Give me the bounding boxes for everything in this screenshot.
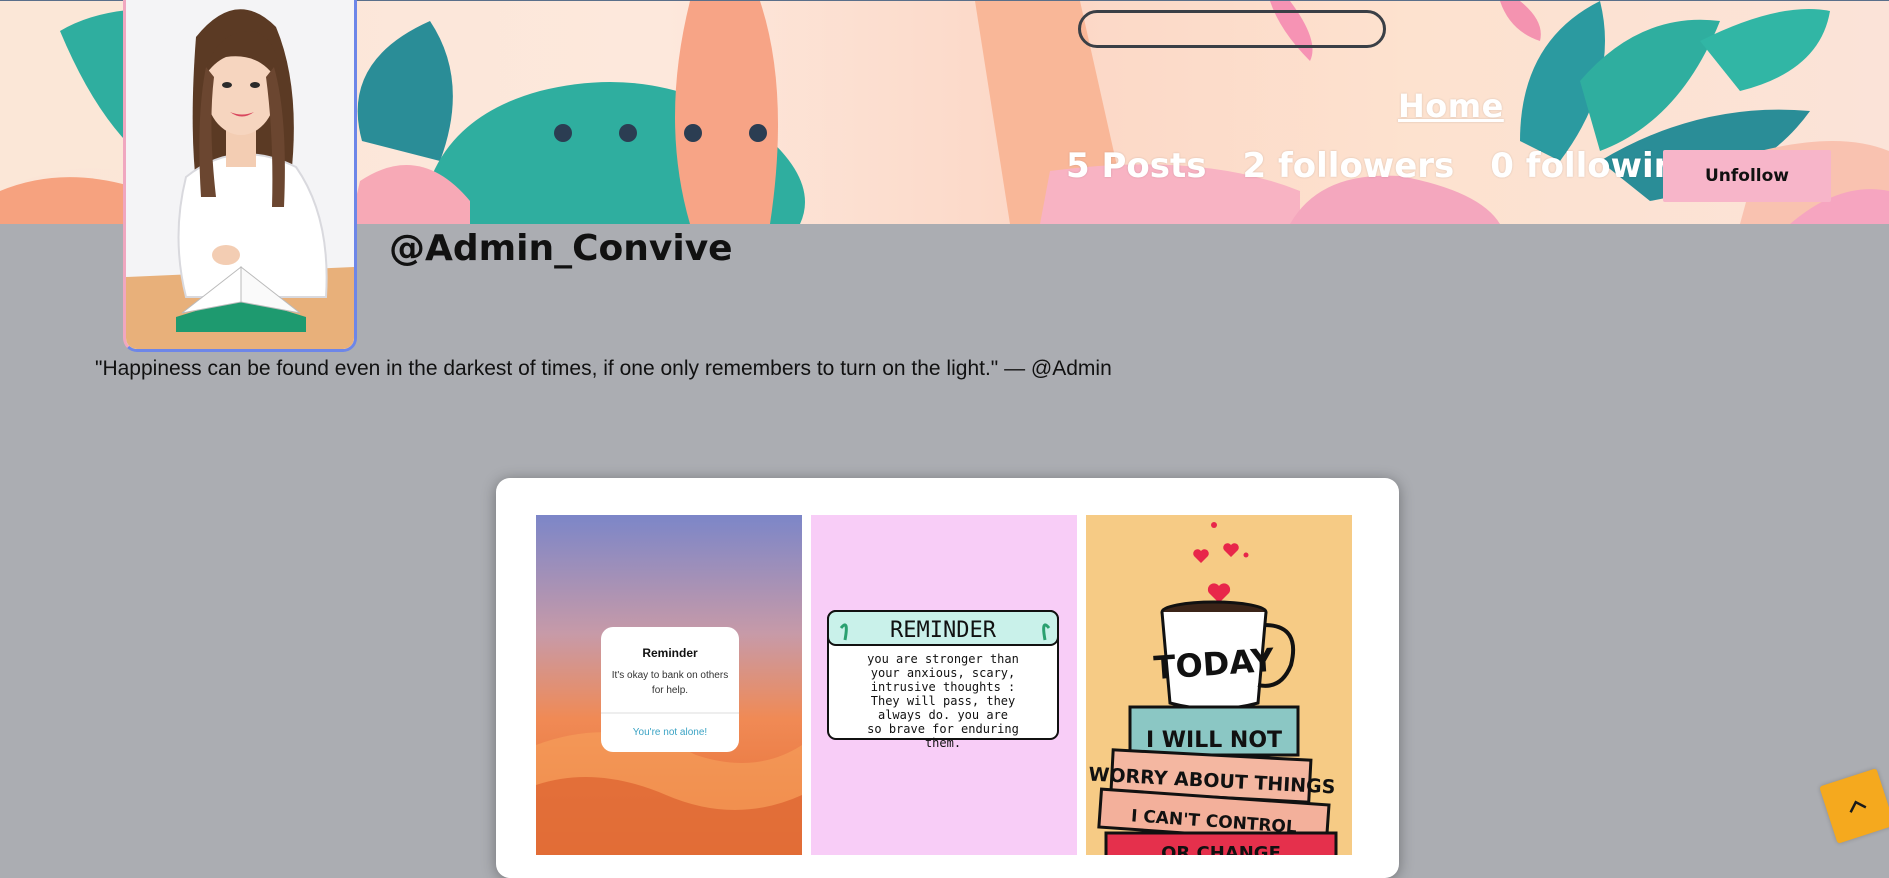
- reminder-card-line: your anxious, scary,: [871, 666, 1016, 680]
- profile-username: @Admin_Convive: [389, 228, 733, 269]
- chevron-up-icon: [1849, 800, 1867, 813]
- reminder-card-line: intrusive thoughts :: [871, 680, 1016, 694]
- reminder-title: Reminder: [642, 646, 698, 660]
- book-text: I WILL NOT: [1146, 728, 1282, 753]
- profile-bio: "Happiness can be found even in the dark…: [95, 357, 1112, 380]
- avatar-illustration: [126, 0, 354, 349]
- reminder-card-title: REMINDER: [890, 618, 997, 643]
- reminder-card-line: you are stronger than: [867, 652, 1019, 666]
- profile-avatar: [123, 0, 357, 352]
- followers-count[interactable]: 2 followers: [1243, 146, 1455, 186]
- post-image-reminder-card: REMINDER you are stronger than your anxi…: [811, 515, 1077, 855]
- profile-stats: 5 Posts 2 followers 0 following: [1066, 146, 1702, 186]
- post-card[interactable]: REMINDER you are stronger than your anxi…: [811, 515, 1077, 855]
- reminder-card-line: They will pass, they: [871, 694, 1016, 708]
- book-text: OR CHANGE: [1161, 843, 1281, 855]
- posts-count[interactable]: 5 Posts: [1066, 146, 1207, 186]
- post-image-sunset: Reminder It's okay to bank on others for…: [536, 515, 802, 855]
- reminder-card-line: them.: [925, 736, 961, 750]
- post-card[interactable]: Reminder It's okay to bank on others for…: [536, 515, 802, 855]
- scroll-top-button[interactable]: [1819, 768, 1889, 844]
- post-image-mug-books: TODAY I WILL NOT WORRY ABOUT THINGS I CA…: [1086, 515, 1352, 855]
- unfollow-button[interactable]: Unfollow: [1663, 150, 1831, 202]
- reminder-card-line: so brave for enduring: [867, 722, 1019, 736]
- post-card[interactable]: TODAY I WILL NOT WORRY ABOUT THINGS I CA…: [1086, 515, 1352, 855]
- reminder-card-line: always do. you are: [878, 708, 1008, 722]
- reminder-line: for help.: [652, 685, 688, 696]
- search-input[interactable]: [1078, 10, 1386, 48]
- reminder-line: It's okay to bank on others: [612, 670, 728, 681]
- posts-grid: Reminder It's okay to bank on others for…: [496, 478, 1399, 878]
- reminder-link: You're not alone!: [633, 727, 707, 738]
- nav-home-link[interactable]: Home: [1398, 87, 1504, 125]
